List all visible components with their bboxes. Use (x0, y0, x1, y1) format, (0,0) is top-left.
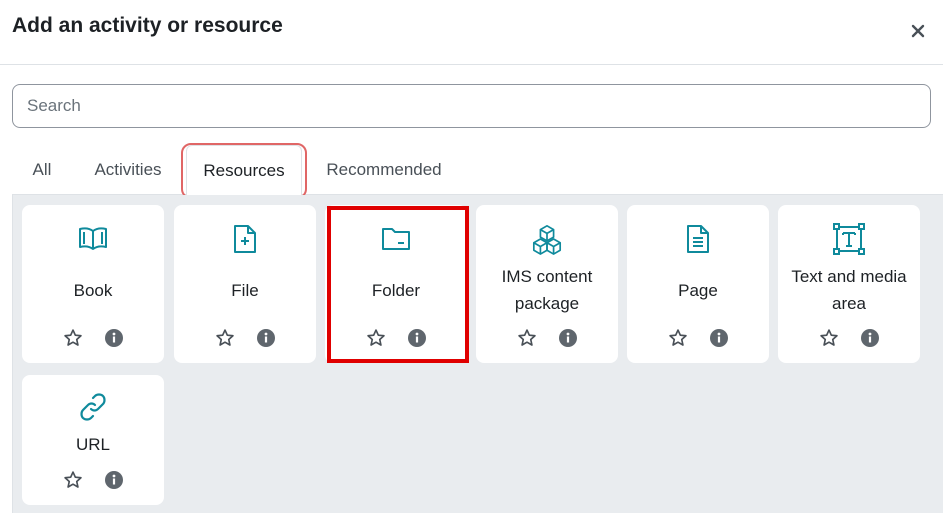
search-input[interactable] (12, 84, 931, 128)
resource-name: File (231, 280, 259, 300)
text-frame-icon (833, 223, 865, 255)
info-icon[interactable] (104, 470, 124, 490)
file-plus-icon (229, 223, 261, 255)
resource-name: Folder (371, 280, 421, 300)
modal-title: Add an activity or resource (12, 14, 283, 37)
resource-card-page[interactable]: Page (627, 205, 769, 363)
info-icon[interactable] (709, 328, 729, 348)
resource-card-text-and-media-area[interactable]: Text and media area (778, 205, 920, 363)
link-icon (77, 391, 109, 423)
tab-recommended[interactable]: Recommended (312, 145, 456, 195)
resource-name: Book (73, 280, 113, 300)
book-icon (77, 223, 109, 255)
info-icon[interactable] (558, 328, 578, 348)
info-icon[interactable] (104, 328, 124, 348)
resource-name: Page (678, 280, 718, 300)
page-icon (682, 223, 714, 255)
info-icon[interactable] (407, 328, 427, 348)
close-button[interactable] (905, 18, 931, 44)
resource-name: IMS content package (501, 267, 593, 313)
star-icon[interactable] (214, 327, 236, 349)
cubes-icon (531, 223, 563, 255)
info-icon[interactable] (256, 328, 276, 348)
star-icon[interactable] (62, 327, 84, 349)
tab-all[interactable]: All (12, 145, 72, 195)
tab-activities[interactable]: Activities (80, 145, 176, 195)
resource-name: URL (75, 434, 110, 454)
resource-card-url[interactable]: URL (22, 375, 164, 505)
resource-card-folder[interactable]: Folder (325, 205, 467, 363)
star-icon[interactable] (818, 327, 840, 349)
star-icon[interactable] (516, 327, 538, 349)
resource-name: Text and media area (791, 267, 907, 313)
close-icon (911, 24, 925, 38)
star-icon[interactable] (62, 469, 84, 491)
info-icon[interactable] (860, 328, 880, 348)
resource-card-file[interactable]: File (174, 205, 316, 363)
folder-icon (380, 223, 412, 255)
tab-bar: All Activities Resources Recommended (12, 145, 943, 196)
resource-card-ims-content-package[interactable]: IMS content package (476, 205, 618, 363)
tab-resources[interactable]: Resources (186, 145, 302, 196)
modal-header: Add an activity or resource (0, 0, 943, 65)
star-icon[interactable] (667, 327, 689, 349)
resource-card-book[interactable]: Book (22, 205, 164, 363)
star-icon[interactable] (365, 327, 387, 349)
